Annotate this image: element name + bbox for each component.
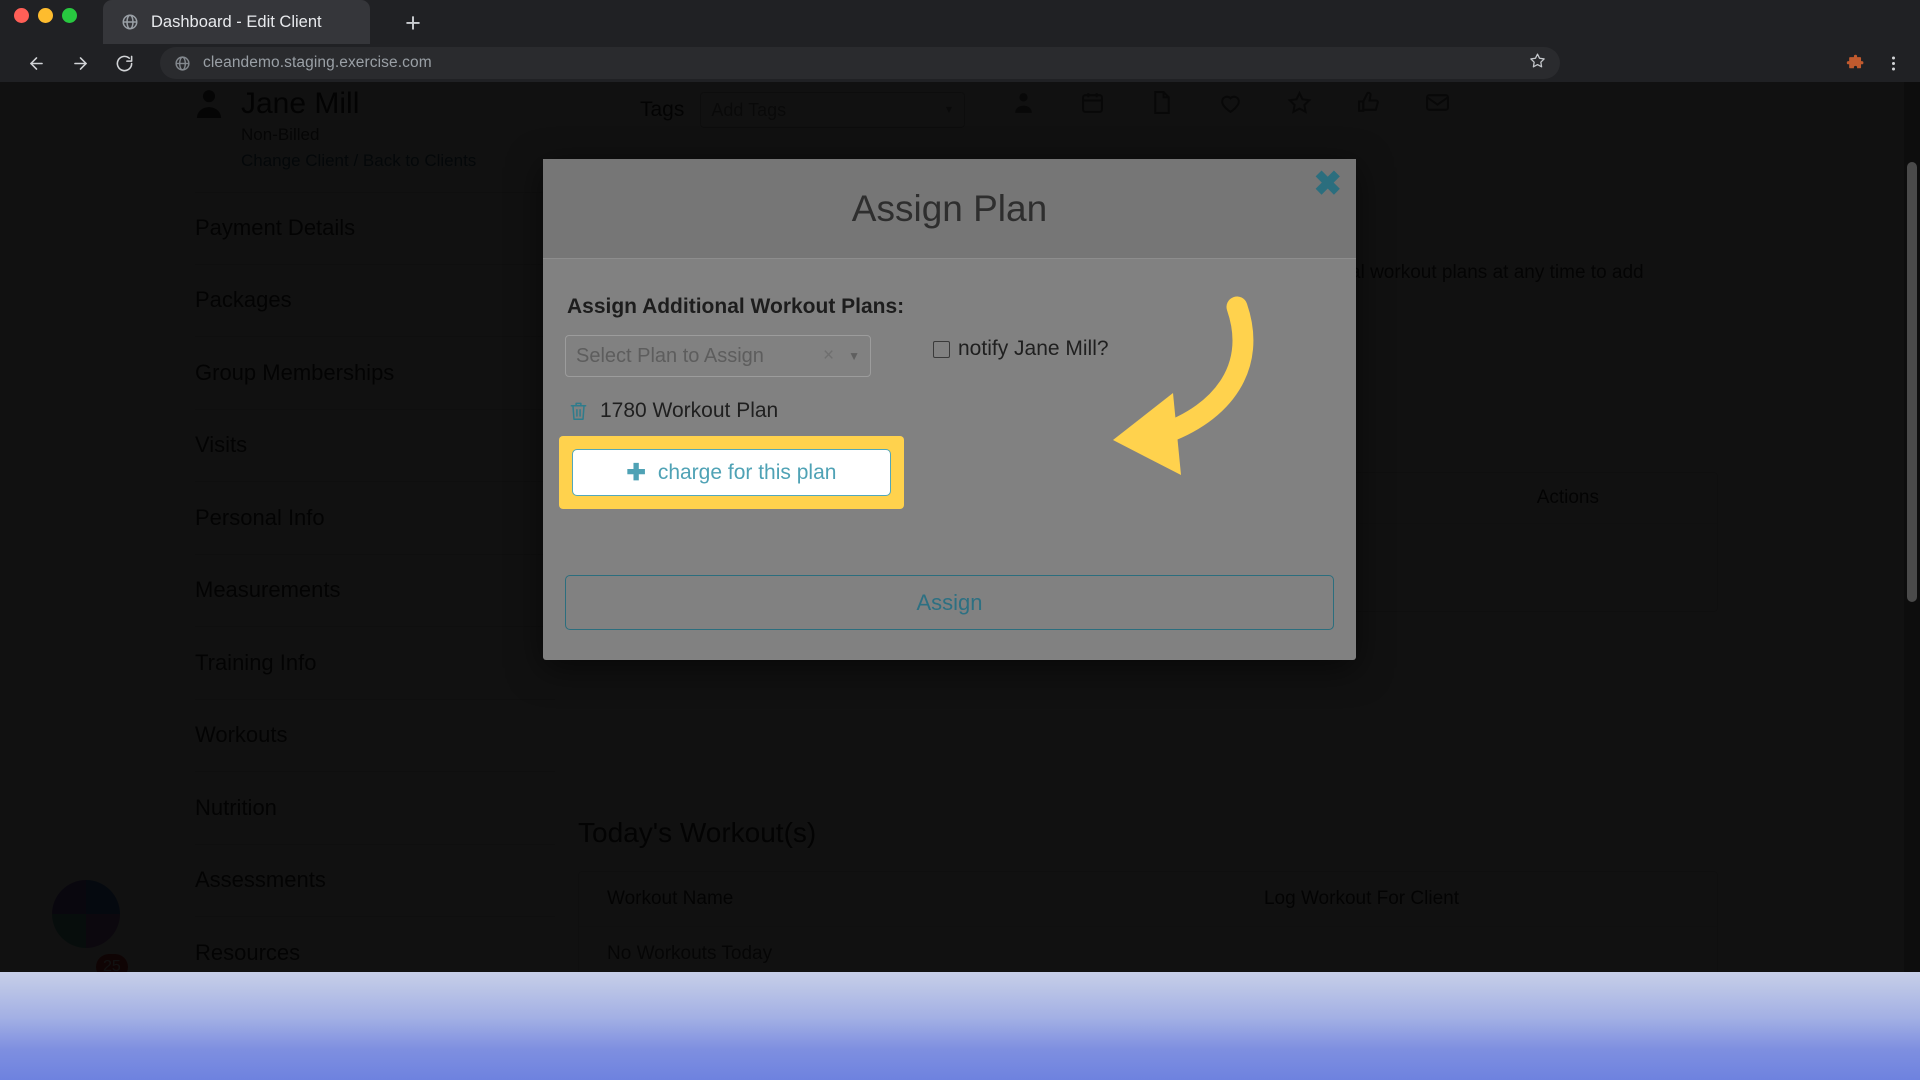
star-icon[interactable] xyxy=(1529,52,1546,74)
modal-header: Assign Plan ✖ xyxy=(543,159,1356,259)
tab-strip: Dashboard - Edit Client + xyxy=(0,0,1920,44)
modal-body: Assign Additional Workout Plans: Select … xyxy=(543,259,1356,660)
browser-chrome: Dashboard - Edit Client + cleandemo.stag… xyxy=(0,0,1920,82)
scrollbar-thumb[interactable] xyxy=(1907,162,1917,602)
charge-for-this-plan-button[interactable]: ✚ charge for this plan xyxy=(572,449,891,496)
address-bar[interactable]: cleandemo.staging.exercise.com xyxy=(160,47,1560,79)
assign-plans-label: Assign Additional Workout Plans: xyxy=(567,295,905,318)
desktop-background xyxy=(0,972,1920,1080)
notify-client-checkbox[interactable] xyxy=(933,340,950,358)
close-window-button[interactable] xyxy=(14,8,29,23)
window-traffic-lights[interactable] xyxy=(14,8,77,23)
clear-x-icon[interactable]: × xyxy=(823,345,848,367)
charge-for-this-plan-label: charge for this plan xyxy=(657,460,837,484)
notify-client-checkbox-row[interactable]: notify Jane Mill? xyxy=(933,337,1109,361)
highlight-box: ✚ charge for this plan xyxy=(559,436,904,509)
globe-icon xyxy=(121,13,139,31)
tab-title: Dashboard - Edit Client xyxy=(151,12,322,31)
puzzle-icon[interactable] xyxy=(1838,46,1872,80)
close-icon[interactable]: ✖ xyxy=(1314,167,1343,201)
browser-toolbar: cleandemo.staging.exercise.com xyxy=(0,44,1920,82)
reload-icon[interactable] xyxy=(107,46,141,80)
screen: Dashboard - Edit Client + cleandemo.stag… xyxy=(0,0,1920,1080)
trash-icon[interactable] xyxy=(569,401,588,422)
select-plan-placeholder: Select Plan to Assign xyxy=(576,344,764,367)
assigned-plan-name: 1780 Workout Plan xyxy=(600,399,779,422)
minimize-window-button[interactable] xyxy=(38,8,53,23)
toolbar-right-actions xyxy=(1838,46,1910,80)
maximize-window-button[interactable] xyxy=(62,8,77,23)
back-arrow-icon[interactable] xyxy=(19,46,53,80)
modal-form-row: Select Plan to Assign × ▼ notify Jane Mi… xyxy=(565,335,1334,377)
address-bar-url: cleandemo.staging.exercise.com xyxy=(203,54,432,71)
chevron-down-icon[interactable]: ▼ xyxy=(848,349,860,363)
plus-icon: ✚ xyxy=(626,459,646,485)
browser-tab[interactable]: Dashboard - Edit Client xyxy=(103,0,370,44)
globe-icon xyxy=(174,55,191,72)
notify-client-label: notify Jane Mill? xyxy=(958,337,1109,360)
three-dot-menu-icon[interactable] xyxy=(1876,46,1910,80)
select-plan-dropdown[interactable]: Select Plan to Assign × ▼ xyxy=(565,335,871,377)
assign-button-label: Assign xyxy=(916,589,983,615)
new-tab-button[interactable]: + xyxy=(396,6,430,40)
page-scrollbar[interactable] xyxy=(1904,82,1920,972)
assigned-plan-item: 1780 Workout Plan xyxy=(569,399,1334,423)
assign-button[interactable]: Assign xyxy=(565,575,1334,630)
assign-plan-modal: Assign Plan ✖ Assign Additional Workout … xyxy=(543,159,1356,660)
modal-title: Assign Plan xyxy=(851,187,1048,229)
forward-arrow-icon[interactable] xyxy=(63,46,97,80)
